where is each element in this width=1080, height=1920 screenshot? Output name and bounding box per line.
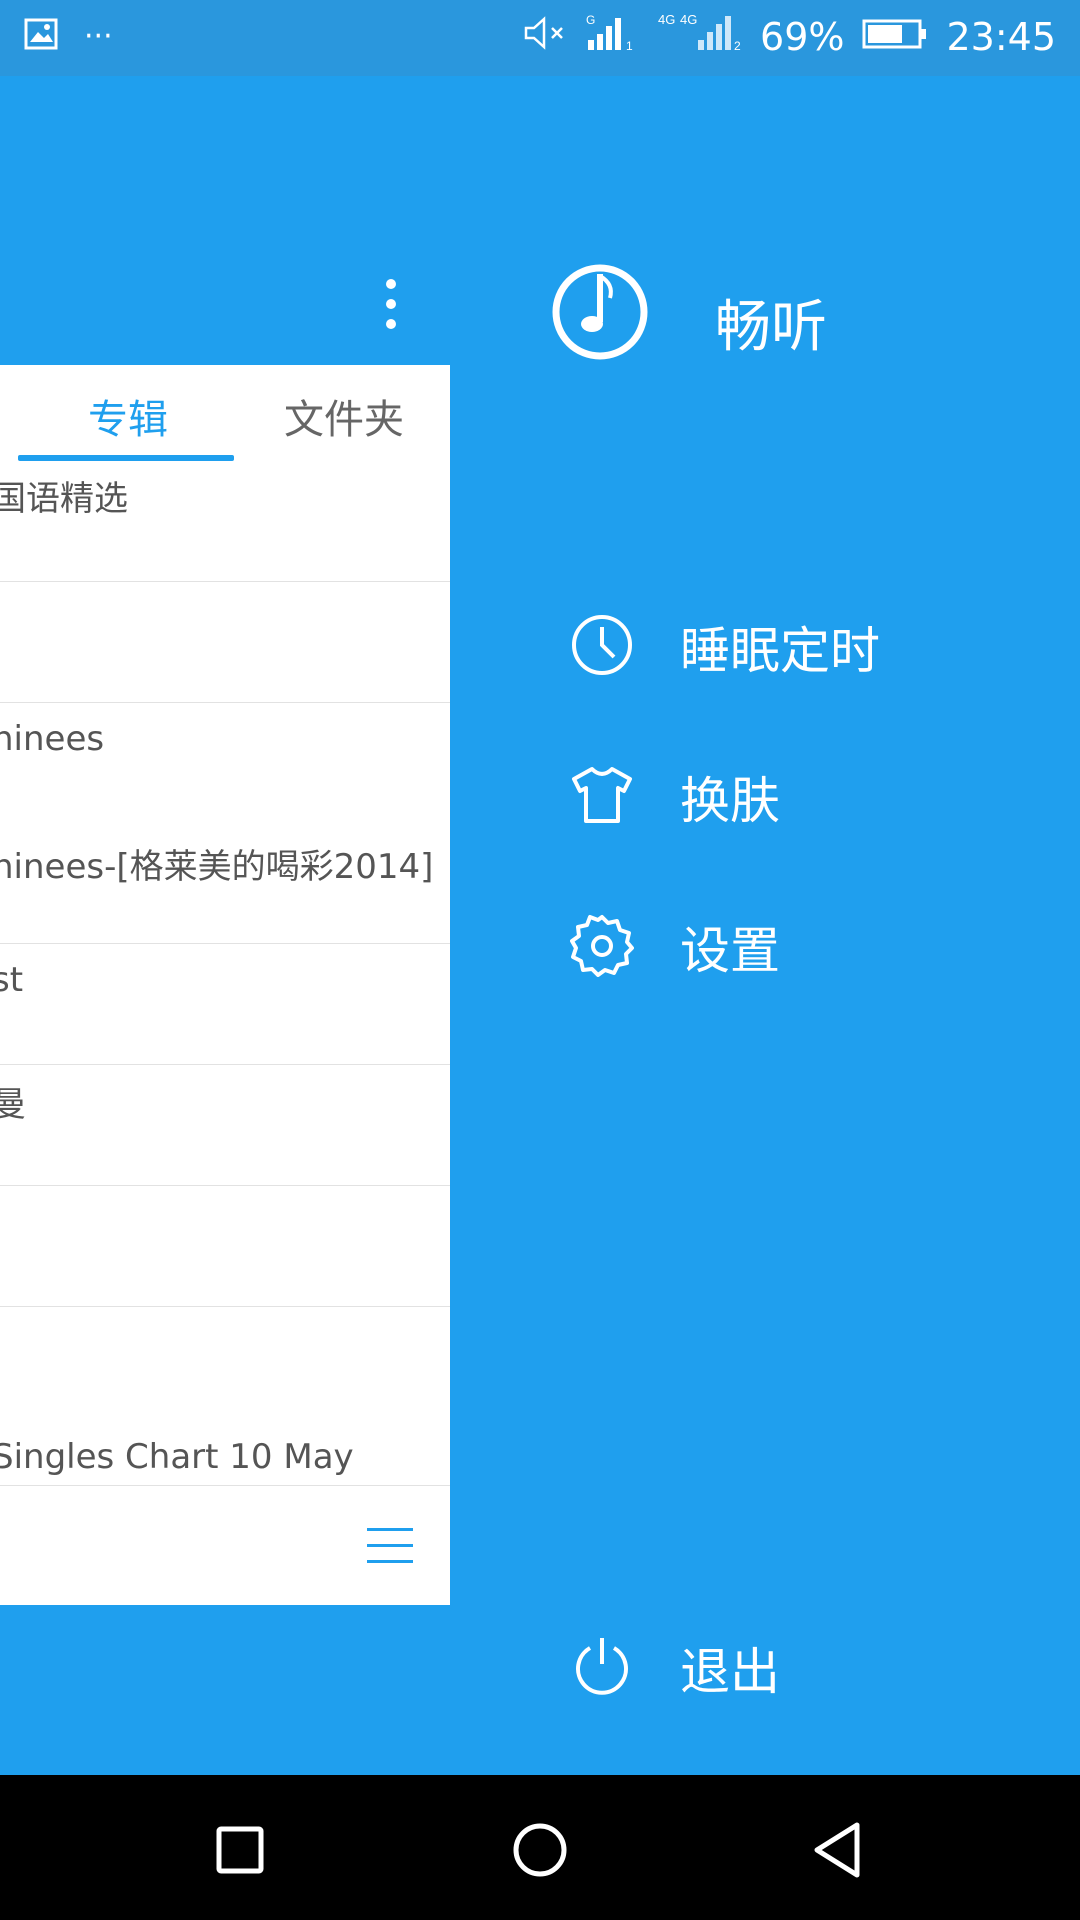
library-panel: 专辑 文件夹 国语精选 ninees ninees-[格莱美的喝彩2014] s… [0, 365, 450, 1605]
drawer-header: 畅听 [550, 262, 1050, 372]
list-item[interactable] [0, 1186, 450, 1307]
menu-label-skin: 换肤 [680, 772, 780, 830]
list-item-title: st [0, 960, 24, 1000]
more-dots-icon: ··· [84, 18, 113, 54]
menu-item-settings[interactable]: 设置 [570, 905, 1050, 985]
list-item[interactable]: st [0, 944, 450, 1065]
back-button[interactable] [805, 1815, 875, 1885]
playlist-menu-icon[interactable] [367, 1528, 413, 1564]
menu-label-exit: 退出 [680, 1643, 780, 1701]
network-label-2: 4G [658, 12, 675, 27]
bottom-bar [0, 1485, 450, 1605]
list-item[interactable]: 曼 [0, 1065, 450, 1186]
tab-folders[interactable]: 文件夹 [284, 387, 404, 445]
network-label-1: G [586, 13, 595, 27]
library-tabs: 专辑 文件夹 [0, 365, 450, 461]
app-title: 畅听 [715, 295, 827, 360]
status-bar: ··· G 1 4G 4G 2 69% 23:45 [0, 0, 1080, 76]
recent-apps-button[interactable] [205, 1815, 275, 1885]
mute-icon [524, 15, 568, 59]
list-item[interactable]: 国语精选 [0, 461, 450, 582]
power-icon [570, 1634, 634, 1698]
home-button[interactable] [505, 1815, 575, 1885]
menu-item-exit[interactable]: 退出 [570, 1626, 1050, 1706]
network-label-3: 4G [680, 12, 697, 27]
battery-icon [862, 15, 928, 59]
menu-label-settings: 设置 [680, 922, 780, 980]
list-item-subtitle: ninees-[格莱美的喝彩2014] [0, 847, 434, 887]
image-icon [24, 18, 58, 54]
signal-4g-icon: 4G 4G 2 [658, 12, 742, 61]
signal-icon: G 1 [586, 12, 640, 61]
gear-icon [570, 913, 634, 977]
navigation-bar [0, 1775, 1080, 1920]
list-item-title: ninees [0, 719, 105, 759]
menu-label-sleep-timer: 睡眠定时 [680, 622, 880, 680]
tab-albums[interactable]: 专辑 [88, 387, 168, 445]
overflow-menu-button[interactable] [370, 275, 410, 335]
status-time: 23:45 [946, 14, 1056, 59]
clock-icon [570, 613, 634, 677]
album-list: 国语精选 ninees ninees-[格莱美的喝彩2014] st 曼 Sin… [0, 461, 450, 1483]
menu-item-skin[interactable]: 换肤 [570, 755, 1050, 835]
app-logo-icon [550, 262, 650, 366]
menu-item-sleep-timer[interactable]: 睡眠定时 [570, 605, 1050, 685]
sim-label-2: 2 [734, 39, 741, 52]
battery-percent: 69% [760, 14, 845, 59]
list-item[interactable]: Singles Chart 10 May [0, 1307, 450, 1483]
list-item-title: 国语精选 [0, 479, 128, 519]
tshirt-icon [570, 763, 634, 827]
list-item-title: 曼 [0, 1077, 26, 1126]
list-item-title: Singles Chart 10 May [0, 1437, 354, 1477]
list-item[interactable] [0, 582, 450, 703]
sim-label-1: 1 [626, 39, 633, 52]
list-item[interactable]: ninees ninees-[格莱美的喝彩2014] [0, 703, 450, 944]
